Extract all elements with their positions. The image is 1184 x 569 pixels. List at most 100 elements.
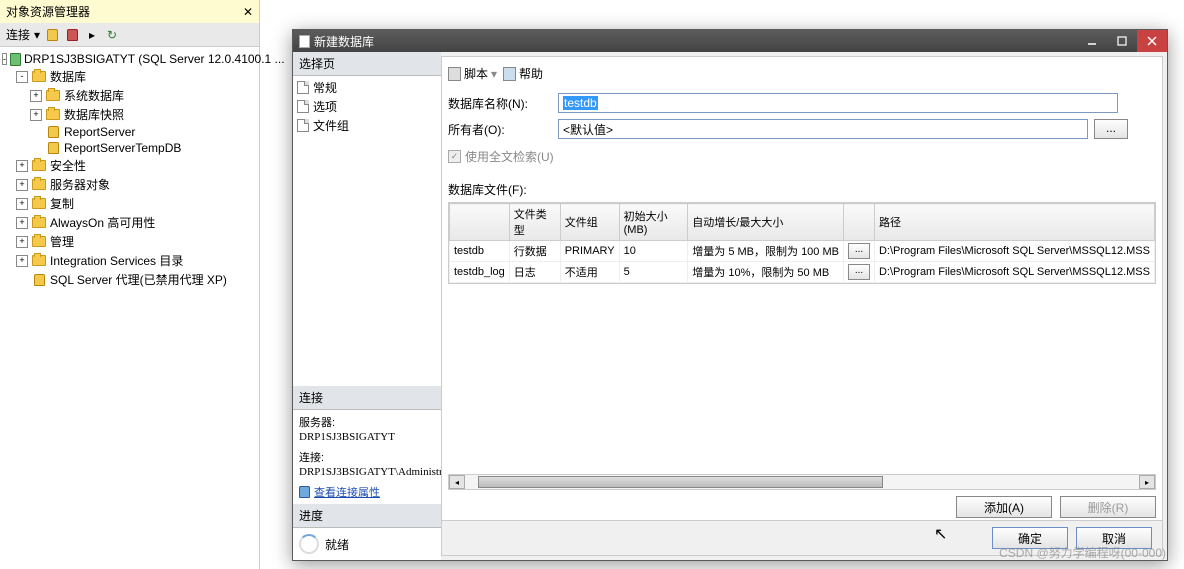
tree-node[interactable]: +数据库快照 [2,105,257,124]
grid-free-area: ◂ ▸ [448,284,1156,490]
expand-icon[interactable]: + [16,160,28,172]
expand-icon[interactable]: - [16,71,28,83]
cell-growth[interactable]: 增量为 5 MB，限制为 100 MB [688,241,844,262]
page-item[interactable]: 常规 [297,78,437,97]
grid-header-cell[interactable]: 初始大小(MB) [619,204,688,241]
db-name-input[interactable]: testdb [558,93,1118,113]
conn-label: 连接: [299,449,435,465]
grid-header-cell[interactable]: 自动增长/最大大小 [688,204,844,241]
page-item[interactable]: 选项 [297,97,437,116]
script-dropdown[interactable]: 脚本 ▾ [448,65,497,82]
expand-icon[interactable]: + [16,198,28,210]
tree-node-label: ReportServerTempDB [64,141,181,155]
cell-name[interactable]: testdb_log [450,262,510,283]
scroll-left-icon[interactable]: ◂ [449,475,465,489]
cell-name[interactable]: testdb [450,241,510,262]
cell-type[interactable]: 行数据 [509,241,560,262]
page-item[interactable]: 文件组 [297,116,437,135]
tree-node-label: ReportServer [64,125,135,139]
db-files-grid[interactable]: 文件类型文件组初始大小(MB)自动增长/最大大小 路径 testdb行数据PRI… [448,202,1156,284]
folder-icon [31,216,47,230]
db-name-label: 数据库名称(N): [448,95,558,112]
spinner-icon [299,534,319,554]
grid-header-cell[interactable] [450,204,510,241]
tree-node-label: AlwaysOn 高可用性 [50,214,155,231]
expand-icon[interactable]: + [16,236,28,248]
tree-node[interactable]: +安全性 [2,156,257,175]
folder-icon [31,197,47,211]
table-row[interactable]: testdb_log日志不适用5增量为 10%，限制为 50 MB...D:\P… [450,262,1155,283]
ellipsis-button[interactable]: ... [848,243,870,259]
maximize-button[interactable] [1107,30,1137,52]
tree-node[interactable]: +Integration Services 目录 [2,251,257,270]
owner-input[interactable]: <默认值> [558,119,1088,139]
scrollbar-thumb[interactable] [478,476,882,488]
dialog-right-pane: 脚本 ▾ 帮助 数据库名称(N): testdb 所有者(O): <默认值> .… [441,56,1163,556]
cell-path[interactable]: D:\Program Files\Microsoft SQL Server\MS… [874,262,1154,283]
db-files-label: 数据库文件(F): [448,181,1156,198]
progress-status: 就绪 [325,536,349,553]
object-tree: - DRP1SJ3BSIGATYT (SQL Server 12.0.4100.… [0,47,259,293]
minimize-button[interactable] [1077,30,1107,52]
expand-icon[interactable]: - [2,53,7,65]
cell-growth[interactable]: 增量为 10%，限制为 50 MB [688,262,844,283]
owner-browse-button[interactable]: ... [1094,119,1128,139]
cell-growth-btn[interactable]: ... [843,241,874,262]
add-button[interactable]: 添加(A) [956,496,1052,518]
grid-header-cell[interactable] [843,204,874,241]
tree-node[interactable]: SQL Server 代理(已禁用代理 XP) [2,270,257,289]
tree-node[interactable]: +复制 [2,194,257,213]
tree-node[interactable]: +管理 [2,232,257,251]
connect-label[interactable]: 连接 [6,26,30,43]
connect-dropdown-icon[interactable]: ▾ [34,28,40,42]
scroll-right-icon[interactable]: ▸ [1139,475,1155,489]
ok-button[interactable]: 确定 [992,527,1068,549]
server-value: DRP1SJ3BSIGATYT [299,431,435,443]
toolbar-icon-3[interactable]: ▸ [84,27,100,43]
expand-icon[interactable]: + [16,217,28,229]
tree-node[interactable]: + AlwaysOn 高可用性 [2,213,257,232]
toolbar-refresh-icon[interactable]: ↻ [104,27,120,43]
cell-group[interactable]: 不适用 [560,262,619,283]
toolbar-icon-1[interactable] [44,27,60,43]
toolbar-icon-2[interactable] [64,27,80,43]
expand-icon[interactable]: + [16,179,28,191]
cell-type[interactable]: 日志 [509,262,560,283]
table-row[interactable]: testdb行数据PRIMARY10增量为 5 MB，限制为 100 MB...… [450,241,1155,262]
dialog-icon [299,35,310,48]
cell-size[interactable]: 10 [619,241,688,262]
database-icon [45,141,61,155]
view-connection-properties-link[interactable]: 查看连接属性 [299,484,435,500]
dialog-title-bar[interactable]: 新建数据库 [293,30,1167,52]
cell-group[interactable]: PRIMARY [560,241,619,262]
cell-growth-btn[interactable]: ... [843,262,874,283]
tree-node[interactable]: -数据库 [2,67,257,86]
explorer-close-icon[interactable]: ✕ [243,5,253,19]
help-icon [503,67,516,81]
ellipsis-button[interactable]: ... [848,264,870,280]
close-button[interactable] [1137,30,1167,52]
folder-icon [31,70,47,84]
page-list: 常规选项文件组 [293,76,441,137]
help-button[interactable]: 帮助 [503,65,543,82]
tree-node[interactable]: ReportServer [2,124,257,140]
owner-label: 所有者(O): [448,121,558,138]
cell-path[interactable]: D:\Program Files\Microsoft SQL Server\MS… [874,241,1154,262]
tree-node[interactable]: ReportServerTempDB [2,140,257,156]
tree-node[interactable]: +服务器对象 [2,175,257,194]
horizontal-scrollbar[interactable]: ◂ ▸ [448,474,1156,490]
grid-header-cell[interactable]: 文件组 [560,204,619,241]
tree-server-node[interactable]: - DRP1SJ3BSIGATYT (SQL Server 12.0.4100.… [2,51,257,67]
link-icon [299,486,310,498]
expand-icon[interactable]: + [30,90,42,102]
tree-node[interactable]: +系统数据库 [2,86,257,105]
expand-icon[interactable]: + [16,255,28,267]
grid-header-cell[interactable]: 路径 [874,204,1154,241]
expand-icon[interactable]: + [30,109,42,121]
cell-size[interactable]: 5 [619,262,688,283]
progress-header: 进度 [293,504,441,528]
cancel-button[interactable]: 取消 [1076,527,1152,549]
grid-header-cell[interactable]: 文件类型 [509,204,560,241]
right-toolbar: 脚本 ▾ 帮助 [448,63,1156,90]
script-icon [448,67,461,81]
